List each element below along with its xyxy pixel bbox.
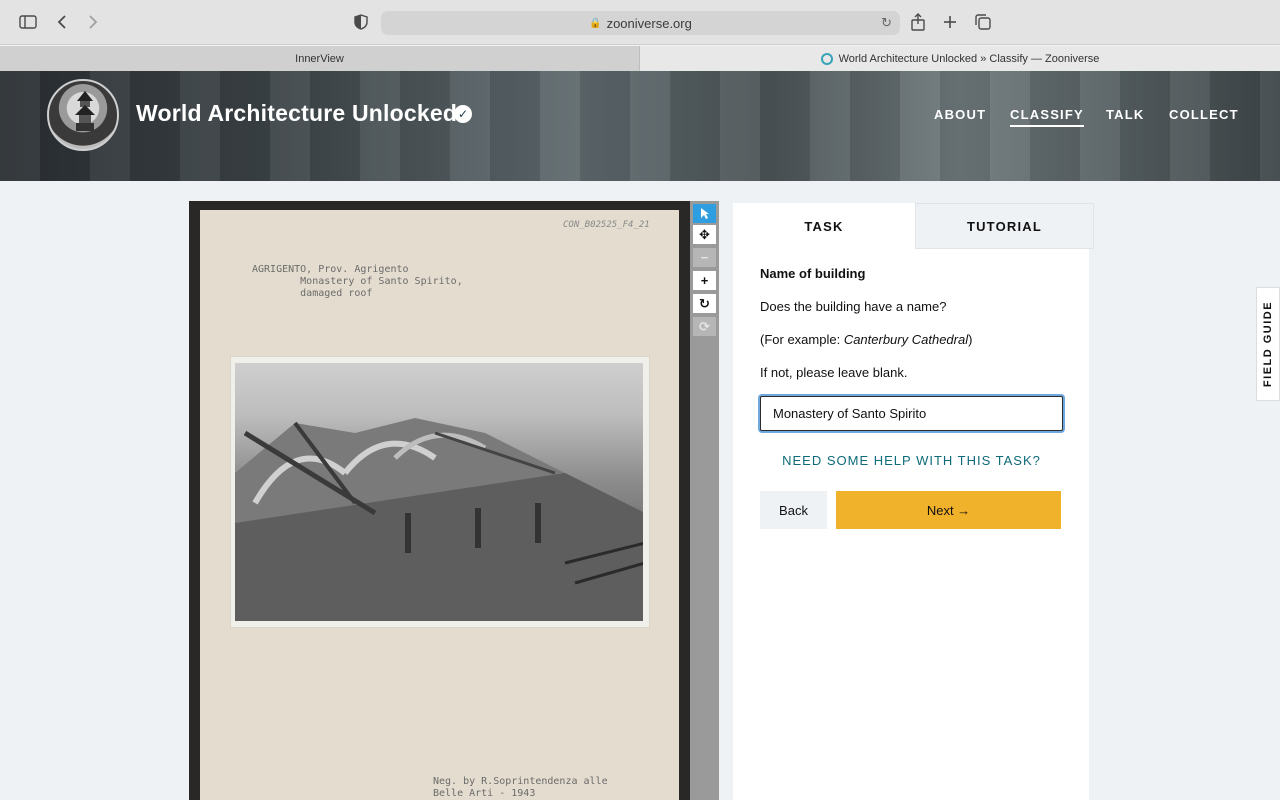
zoom-in-icon[interactable]: + [693, 271, 716, 290]
nav-collect[interactable]: COLLECT [1169, 107, 1239, 122]
verified-check-icon: ✓ [454, 105, 472, 123]
back-button[interactable]: Back [760, 491, 827, 529]
nav-classify[interactable]: CLASSIFY [1010, 107, 1084, 127]
forward-icon[interactable] [82, 11, 104, 33]
back-icon[interactable] [51, 11, 73, 33]
handwritten-id: CON_B02525_F4_21 [563, 220, 650, 230]
question-title: Name of building [760, 266, 866, 281]
address-bar[interactable]: 🔒 zooniverse.org ↻ [381, 11, 900, 35]
typed-caption: AGRIGENTO, Prov. Agrigento Monastery of … [252, 264, 463, 299]
browser-tab-innerview[interactable]: InnerView [0, 46, 640, 71]
browser-tab-zooniverse[interactable]: World Architecture Unlocked » Classify —… [640, 46, 1280, 71]
field-guide-label: FIELD GUIDE [1262, 300, 1275, 388]
subject-image: AGRIGENTO, Prov. Agrigento Monastery of … [200, 210, 679, 800]
tab-label: InnerView [295, 52, 344, 65]
tab-task[interactable]: TASK [733, 203, 915, 249]
share-icon[interactable] [907, 11, 929, 33]
project-avatar[interactable] [47, 79, 119, 151]
url-text: zooniverse.org [606, 15, 692, 31]
building-photo [230, 356, 650, 628]
move-tool-icon[interactable]: ✥ [693, 225, 716, 244]
reload-icon[interactable]: ↻ [881, 15, 892, 31]
browser-tab-bar: InnerView World Architecture Unlocked » … [0, 46, 1280, 71]
new-tab-icon[interactable] [939, 11, 961, 33]
subject-viewer[interactable]: AGRIGENTO, Prov. Agrigento Monastery of … [189, 201, 691, 800]
example-suffix: ) [968, 332, 973, 347]
reset-icon[interactable]: ⟳ [693, 317, 716, 336]
example-text: (For example: Canterbury Cathedral) [760, 332, 972, 347]
privacy-shield-icon[interactable] [350, 11, 372, 33]
pointer-tool-icon[interactable] [693, 204, 716, 223]
instruction-text: If not, please leave blank. [760, 365, 908, 380]
task-panel: TASK TUTORIAL Name of building Does the … [733, 203, 1094, 800]
browser-toolbar: 🔒 zooniverse.org ↻ [0, 0, 1280, 45]
lock-icon: 🔒 [589, 17, 602, 29]
example-name: Canterbury Cathedral [843, 332, 969, 347]
zoom-out-icon[interactable]: − [693, 248, 716, 267]
footer-caption: Neg. by R.Soprintendenza alle Belle Arti… [433, 776, 608, 799]
building-name-input[interactable] [760, 396, 1063, 431]
nav-talk[interactable]: TALK [1106, 107, 1145, 122]
pagoda-icon [75, 91, 95, 131]
project-title[interactable]: World Architecture Unlocked [136, 100, 457, 127]
project-header: World Architecture Unlocked ✓ ABOUT CLAS… [0, 71, 1280, 181]
tab-overview-icon[interactable] [972, 11, 994, 33]
tab-label: World Architecture Unlocked » Classify —… [838, 52, 1100, 65]
sidebar-toggle-icon[interactable] [17, 11, 39, 33]
next-button[interactable]: Next → [836, 491, 1061, 529]
nav-about[interactable]: ABOUT [934, 107, 986, 122]
viewer-toolbar: ✥ − + ↻ ⟳ [690, 201, 719, 800]
rotate-icon[interactable]: ↻ [693, 294, 716, 313]
field-guide-tab[interactable]: FIELD GUIDE [1256, 287, 1280, 401]
example-prefix: (For example: [760, 332, 844, 347]
need-help-link[interactable]: NEED SOME HELP WITH THIS TASK? [760, 453, 1063, 468]
question-text: Does the building have a name? [760, 299, 947, 314]
zooniverse-favicon-icon [820, 52, 833, 65]
tab-tutorial[interactable]: TUTORIAL [915, 203, 1094, 249]
